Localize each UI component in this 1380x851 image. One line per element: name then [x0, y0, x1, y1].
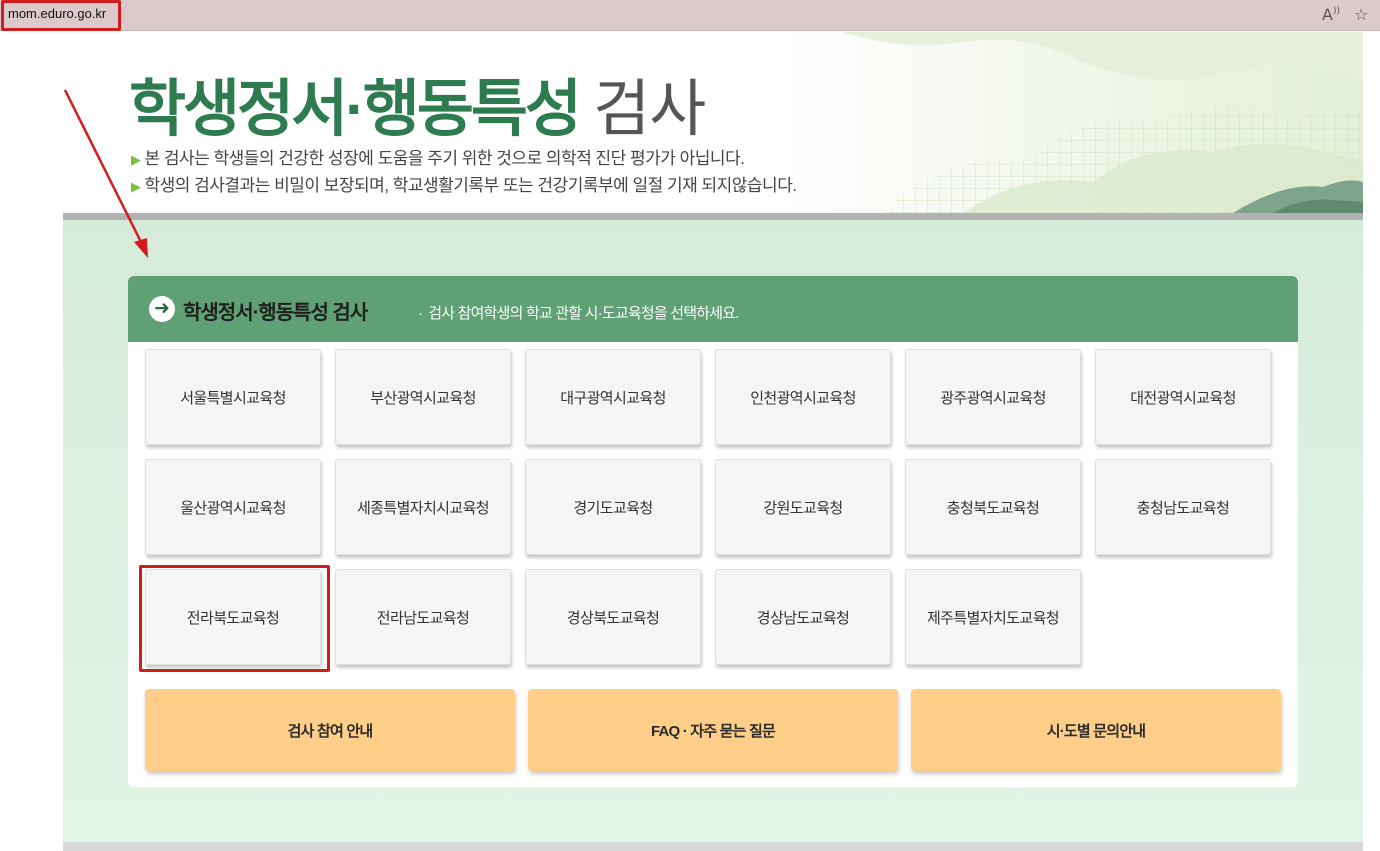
notice-text-2: 학생의 검사결과는 비밀이 보장되며, 학교생활기록부 또는 건강기록부에 일절… [144, 176, 798, 195]
office-button-incheon[interactable]: 인천광역시교육청 [715, 349, 891, 445]
notice-line-1: ▶ 본 검사는 학생들의 건강한 성장에 도움을 주기 위한 것으로 의학적 진단… [131, 144, 745, 169]
office-button-gyeonggi[interactable]: 경기도교육청 [525, 459, 701, 555]
page-title-bold: 학생정서·행동특성 [129, 75, 582, 144]
arrow-right-circle-icon: ➜ [149, 296, 175, 322]
office-button-jeonbuk[interactable]: 전라북도교육청 [145, 569, 321, 665]
panel-subtitle: · 검사 참여학생의 학교 관할 시·도교육청을 선택하세요. [418, 305, 739, 322]
notice-text-1: 본 검사는 학생들의 건강한 성장에 도움을 주기 위한 것으로 의학적 진단 … [144, 149, 745, 168]
participation-guide-button[interactable]: 검사 참여 안내 [145, 689, 515, 771]
favorite-star-icon[interactable]: ☆ [1354, 5, 1368, 24]
office-selection-panel: ➜ 학생정서·행동특성 검사 · 검사 참여학생의 학교 관할 시·도교육청을 선… [128, 276, 1298, 787]
office-button-jeonnam[interactable]: 전라남도교육청 [335, 569, 511, 665]
panel-header: ➜ 학생정서·행동특성 검사 · 검사 참여학생의 학교 관할 시·도교육청을 선… [128, 276, 1298, 342]
browser-address-bar: mom.eduro.go.kr A)) ☆ [0, 0, 1380, 31]
office-button-gyeongnam[interactable]: 경상남도교육청 [715, 569, 891, 665]
office-button-seoul[interactable]: 서울특별시교육청 [145, 349, 321, 445]
panel-title: 학생정서·행동특성 검사 [183, 302, 368, 324]
page-title-light: 검사 [593, 75, 706, 144]
hero-divider [63, 213, 1363, 220]
page: 학생정서·행동특성 검사 ▶ 본 검사는 학생들의 건강한 성장에 도움을 주기 … [63, 32, 1363, 851]
office-button-daegu[interactable]: 대구광역시교육청 [525, 349, 701, 445]
bottom-divider [63, 842, 1363, 851]
panel-subtitle-text: 검사 참여학생의 학교 관할 시·도교육청을 선택하세요. [428, 305, 739, 322]
office-button-sejong[interactable]: 세종특별자치시교육청 [335, 459, 511, 555]
office-button-chungnam[interactable]: 충청남도교육청 [1095, 459, 1271, 555]
faq-button[interactable]: FAQ · 자주 묻는 질문 [528, 689, 898, 771]
office-button-chungbuk[interactable]: 충청북도교육청 [905, 459, 1081, 555]
read-aloud-icon[interactable]: A)) [1322, 5, 1340, 24]
office-button-gangwon[interactable]: 강원도교육청 [715, 459, 891, 555]
page-title: 학생정서·행동특성 검사 [129, 58, 706, 148]
triangle-bullet-icon: ▶ [131, 179, 141, 194]
office-button-jeju[interactable]: 제주특별자치도교육청 [905, 569, 1081, 665]
office-button-gwangju[interactable]: 광주광역시교육청 [905, 349, 1081, 445]
hero-banner: 학생정서·행동특성 검사 ▶ 본 검사는 학생들의 건강한 성장에 도움을 주기 … [63, 32, 1363, 213]
notice-line-2: ▶ 학생의 검사결과는 비밀이 보장되며, 학교생활기록부 또는 건강기록부에 일… [131, 171, 797, 196]
office-button-busan[interactable]: 부산광역시교육청 [335, 349, 511, 445]
office-button-gyeongbuk[interactable]: 경상북도교육청 [525, 569, 701, 665]
url-annotation-box [1, 0, 121, 31]
office-button-ulsan[interactable]: 울산광역시교육청 [145, 459, 321, 555]
triangle-bullet-icon: ▶ [131, 152, 141, 167]
office-button-daejeon[interactable]: 대전광역시교육청 [1095, 349, 1271, 445]
regional-inquiry-button[interactable]: 시·도별 문의안내 [911, 689, 1281, 771]
